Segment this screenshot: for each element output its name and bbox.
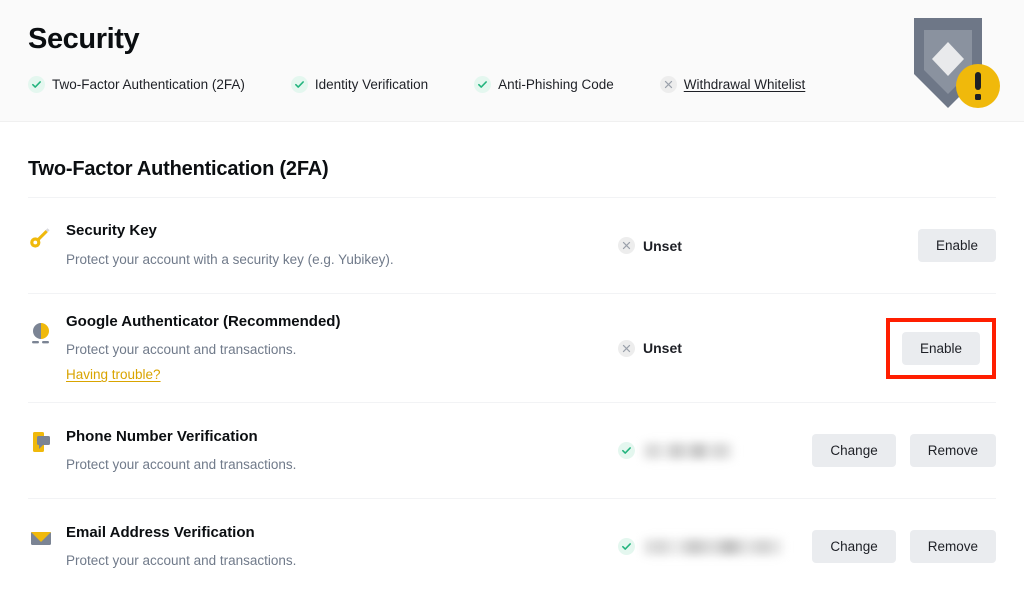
row-description: Protect your account and transactions.	[66, 342, 297, 358]
row-status	[606, 538, 806, 556]
row-actions: Enable	[806, 317, 996, 379]
check-circle-icon	[618, 538, 635, 556]
x-circle-icon	[618, 339, 635, 357]
change-button[interactable]: Change	[812, 530, 896, 564]
google-authenticator-icon	[28, 320, 54, 346]
status-value: Unset	[643, 237, 682, 254]
security-status-strip: Two-Factor Authentication (2FA) Identity…	[28, 75, 996, 93]
section-title-2fa: Two-Factor Authentication (2FA)	[28, 158, 329, 180]
status-chip-label: Two-Factor Authentication (2FA)	[52, 76, 245, 92]
masked-phone-number	[643, 442, 733, 459]
status-chip-label: Anti-Phishing Code	[498, 76, 614, 92]
security-row-email-address-verification: Email Address Verification Protect your …	[28, 498, 996, 594]
shield-warning-icon	[906, 12, 1002, 116]
enable-button[interactable]: Enable	[901, 331, 980, 365]
row-title: Security Key	[66, 222, 157, 240]
status-chip-identity-verification[interactable]: Identity Verification	[290, 75, 429, 93]
row-title: Phone Number Verification	[66, 427, 258, 445]
security-row-security-key: Security Key Protect your account with a…	[28, 197, 996, 293]
check-circle-icon	[28, 75, 45, 93]
security-content: Two-Factor Authentication (2FA) Security…	[0, 122, 1024, 594]
masked-email-address	[643, 538, 783, 555]
row-description: Protect your account with a security key…	[66, 251, 394, 267]
status-chip-label: Identity Verification	[314, 76, 429, 92]
row-title: Google Authenticator (Recommended)	[66, 313, 341, 330]
row-actions: Change Remove	[806, 530, 996, 564]
row-title: Email Address Verification	[66, 523, 255, 541]
row-actions: Change Remove	[806, 434, 996, 468]
check-circle-icon	[474, 75, 492, 93]
security-key-icon	[28, 224, 54, 250]
row-text-block: Phone Number Verification Protect your a…	[66, 427, 606, 475]
check-circle-icon	[618, 442, 635, 460]
security-row-phone-number-verification: Phone Number Verification Protect your a…	[28, 402, 996, 498]
status-chip-anti-phishing-code[interactable]: Anti-Phishing Code	[474, 75, 614, 93]
row-status	[606, 442, 806, 460]
row-description: Protect your account and transactions.	[66, 456, 297, 472]
status-value: Unset	[643, 340, 682, 357]
page-header: Security Two-Factor Authentication (2FA)…	[0, 0, 1024, 122]
phone-verification-icon	[28, 429, 54, 455]
remove-button[interactable]: Remove	[909, 530, 996, 564]
row-status: Unset	[606, 339, 806, 357]
row-actions: Enable	[806, 229, 996, 262]
row-text-block: Security Key Protect your account with a…	[66, 221, 606, 269]
row-description: Protect your account and transactions.	[66, 552, 297, 568]
status-chip-label: Withdrawal Whitelist	[683, 76, 806, 92]
having-trouble-link[interactable]: Having trouble?	[66, 367, 161, 382]
x-circle-icon	[659, 75, 677, 93]
row-text-block: Google Authenticator (Recommended) Prote…	[66, 312, 606, 384]
check-circle-icon	[290, 75, 308, 93]
status-chip-withdrawal-whitelist[interactable]: Withdrawal Whitelist	[659, 75, 806, 93]
status-chip-2fa[interactable]: Two-Factor Authentication (2FA)	[28, 75, 245, 93]
email-verification-icon	[28, 525, 54, 551]
enable-button[interactable]: Enable	[917, 229, 996, 262]
change-button[interactable]: Change	[812, 434, 896, 468]
security-row-google-authenticator: Google Authenticator (Recommended) Prote…	[28, 293, 996, 402]
enable-button-highlight: Enable	[885, 317, 996, 379]
remove-button[interactable]: Remove	[909, 434, 996, 468]
x-circle-icon	[618, 237, 635, 254]
page-title: Security	[28, 23, 140, 55]
row-status: Unset	[606, 237, 806, 254]
row-text-block: Email Address Verification Protect your …	[66, 523, 606, 571]
